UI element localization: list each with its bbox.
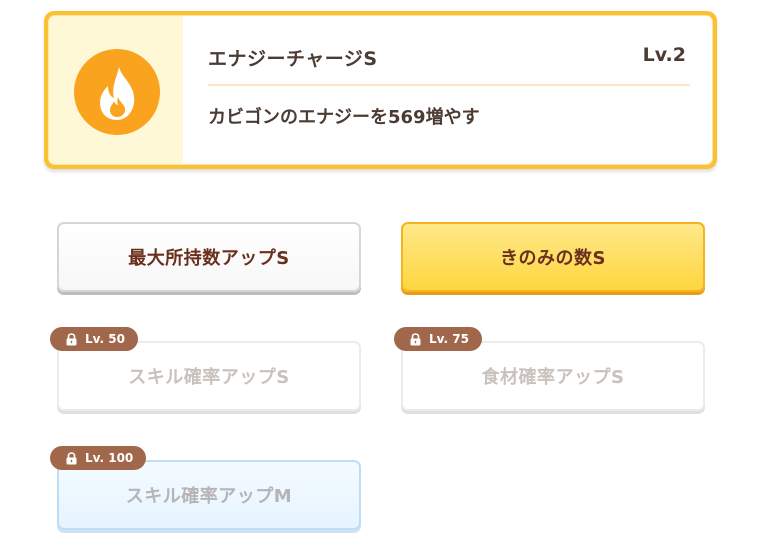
lock-icon (410, 332, 421, 346)
option-button-skill-chance-s: スキル確率アップS (57, 341, 361, 411)
lock-icon (66, 332, 77, 346)
option-label: 最大所持数アップS (128, 248, 290, 269)
lock-level-label: Lv. 50 (85, 332, 125, 346)
skill-icon-panel (49, 16, 183, 164)
divider (208, 84, 690, 86)
skill-card: エナジーチャージS Lv.2 カビゴンのエナジーを569増やす (44, 11, 717, 169)
lock-level-label: Lv. 75 (429, 332, 469, 346)
option-label: きのみの数S (500, 248, 606, 269)
option-button-skill-chance-m: スキル確率アップM (57, 460, 361, 530)
flame-icon (74, 49, 160, 135)
option-label: スキル確率アップS (128, 367, 290, 388)
skill-description: カビゴンのエナジーを569増やす (208, 107, 480, 128)
lock-badge: Lv. 50 (50, 327, 138, 351)
skill-name: エナジーチャージS (208, 48, 378, 70)
skill-level: Lv.2 (642, 44, 686, 66)
lock-icon (66, 451, 77, 465)
lock-badge: Lv. 75 (394, 327, 482, 351)
option-button-ingredient-chance-s: 食材確率アップS (401, 341, 705, 411)
lock-level-label: Lv. 100 (85, 451, 134, 465)
skill-card-body: エナジーチャージS Lv.2 カビゴンのエナジーを569増やす (48, 15, 713, 165)
option-button-max-capacity[interactable]: 最大所持数アップS (57, 222, 361, 292)
option-label: 食材確率アップS (481, 367, 625, 388)
option-label: スキル確率アップM (125, 486, 293, 507)
option-button-berry-count[interactable]: きのみの数S (401, 222, 705, 292)
lock-badge: Lv. 100 (50, 446, 147, 470)
